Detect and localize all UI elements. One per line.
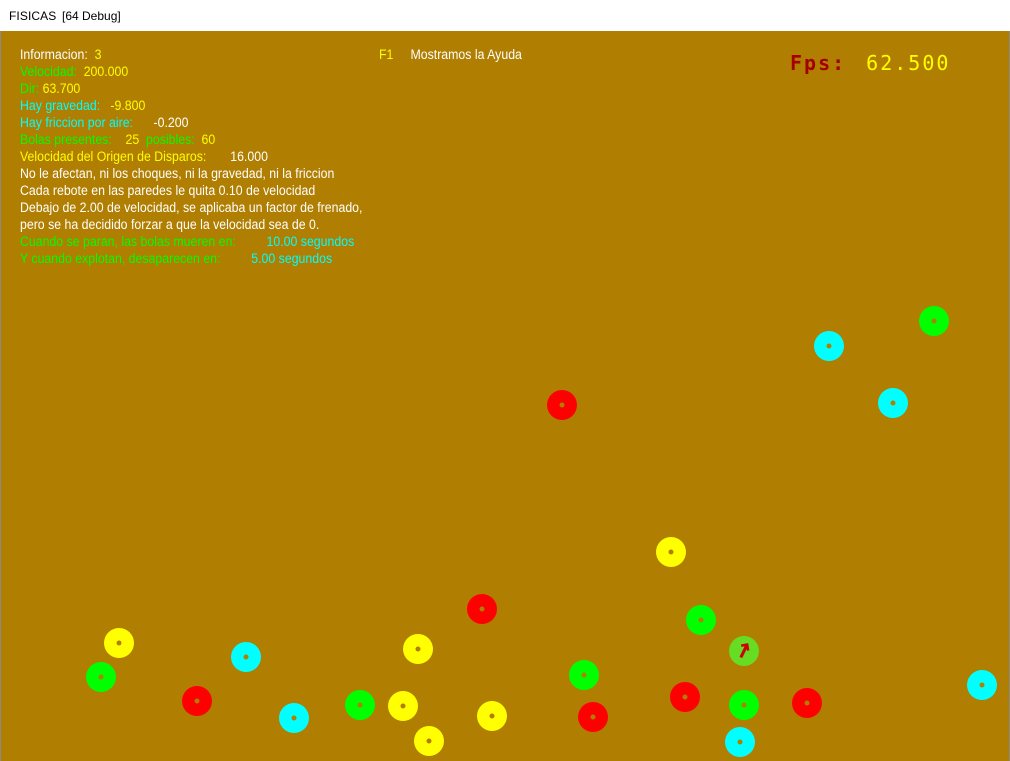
posibles-value: 60 bbox=[201, 132, 216, 147]
yellow-ball bbox=[656, 537, 686, 567]
yellow-ball bbox=[414, 726, 444, 756]
info-value: 3 bbox=[94, 47, 102, 62]
hud-friccion-line: Hay friccion por aire: -0.200 bbox=[20, 114, 362, 131]
fps-label: Fps: bbox=[790, 51, 847, 75]
paran-value: 10.00 segundos bbox=[266, 234, 355, 249]
friccion-value: -0.200 bbox=[153, 115, 189, 130]
red-ball bbox=[578, 702, 608, 732]
cyan-ball bbox=[725, 727, 755, 757]
origen-value: 16.000 bbox=[230, 149, 268, 164]
game-canvas[interactable]: Informacion: 3 Velocidad: 200.000 Dir: 6… bbox=[1, 31, 1009, 761]
yellow-ball bbox=[477, 701, 507, 731]
green-ball bbox=[86, 662, 116, 692]
app-window: FISICAS [64 Debug] Informacion: 3 Veloci… bbox=[0, 0, 1010, 761]
green-ball bbox=[919, 306, 949, 336]
red-ball bbox=[467, 594, 497, 624]
paran-label: Cuando se paran, las bolas mueren en: bbox=[20, 234, 236, 249]
window-title: FISICAS bbox=[9, 9, 57, 23]
help-hint: F1 Mostramos la Ayuda bbox=[379, 46, 522, 63]
hud-rebote-line: Cada rebote en las paredes le quita 0.10… bbox=[20, 183, 316, 198]
dir-label: Dir: bbox=[20, 81, 40, 96]
posibles-label: posibles: bbox=[146, 132, 195, 147]
hud-info-line: Informacion: 3 bbox=[20, 46, 362, 63]
yellow-ball bbox=[403, 634, 433, 664]
bolas-label: Bolas presentes: bbox=[20, 132, 112, 147]
hud-explotan-line: Y cuando explotan, desaparecen en: 5.00 … bbox=[20, 250, 362, 267]
fps-value: 62.500 bbox=[866, 51, 951, 75]
red-ball bbox=[547, 390, 577, 420]
hud-origen-line: Velocidad del Origen de Disparos: 16.000 bbox=[20, 148, 362, 165]
dir-value: 63.700 bbox=[42, 81, 81, 96]
velocidad-label: Velocidad: bbox=[20, 64, 77, 79]
bolas-value: 25 bbox=[125, 132, 140, 147]
hud-debajo-line: Debajo de 2.00 de velocidad, se aplicaba… bbox=[20, 200, 363, 215]
gravedad-value: -9.800 bbox=[110, 98, 146, 113]
help-key: F1 bbox=[379, 47, 394, 62]
red-ball bbox=[670, 682, 700, 712]
velocidad-value: 200.000 bbox=[83, 64, 129, 79]
hud-pero-line: pero se ha decidido forzar a que la velo… bbox=[20, 217, 320, 232]
yellow-ball bbox=[104, 628, 134, 658]
green-ball bbox=[729, 690, 759, 720]
hud-no-afectan-line: No le afectan, ni los choques, ni la gra… bbox=[20, 166, 335, 181]
cyan-ball bbox=[878, 388, 908, 418]
window-title-build: [64 Debug] bbox=[62, 9, 121, 23]
explotan-value: 5.00 segundos bbox=[251, 251, 333, 266]
origen-label: Velocidad del Origen de Disparos: bbox=[20, 149, 207, 164]
shooter-origin bbox=[729, 636, 759, 666]
cyan-ball bbox=[814, 331, 844, 361]
fps-counter: Fps: 62.500 bbox=[790, 51, 950, 75]
red-ball bbox=[792, 688, 822, 718]
yellow-ball bbox=[388, 691, 418, 721]
info-panel: Informacion: 3 Velocidad: 200.000 Dir: 6… bbox=[20, 46, 362, 267]
hud-dir-line: Dir: 63.700 bbox=[20, 80, 362, 97]
cyan-ball bbox=[967, 670, 997, 700]
hud-paran-line: Cuando se paran, las bolas mueren en: 10… bbox=[20, 233, 362, 250]
cyan-ball bbox=[231, 642, 261, 672]
title-bar[interactable]: FISICAS [64 Debug] bbox=[0, 0, 1010, 32]
red-ball bbox=[182, 686, 212, 716]
hud-gravedad-line: Hay gravedad: -9.800 bbox=[20, 97, 362, 114]
hud-velocidad-line: Velocidad: 200.000 bbox=[20, 63, 362, 80]
cyan-ball bbox=[279, 703, 309, 733]
green-ball bbox=[345, 690, 375, 720]
explotan-label: Y cuando explotan, desaparecen en: bbox=[20, 251, 221, 266]
green-ball bbox=[569, 660, 599, 690]
friccion-label: Hay friccion por aire: bbox=[20, 115, 133, 130]
gravedad-label: Hay gravedad: bbox=[20, 98, 101, 113]
info-label: Informacion: bbox=[20, 47, 88, 62]
green-ball bbox=[686, 605, 716, 635]
help-text: Mostramos la Ayuda bbox=[410, 47, 522, 62]
hud-bolas-line: Bolas presentes: 25 posibles: 60 bbox=[20, 131, 362, 148]
